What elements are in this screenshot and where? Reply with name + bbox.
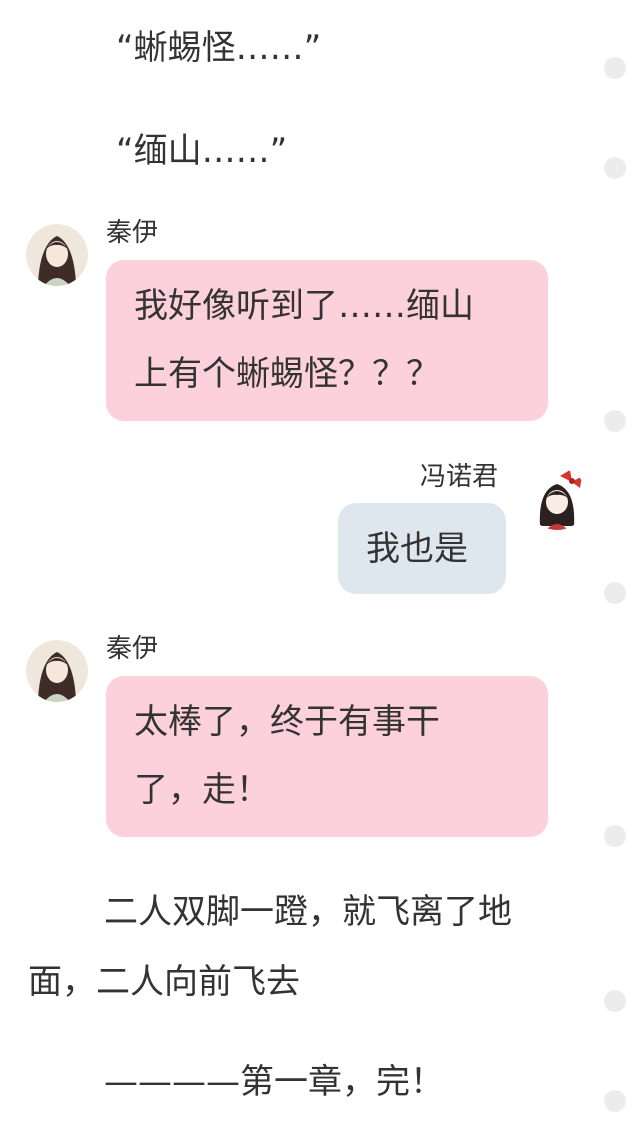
speaker-name: 秦伊 bbox=[106, 218, 159, 248]
scroll-dot[interactable] bbox=[604, 582, 626, 604]
bubble-text-line: 了，走！ bbox=[134, 770, 270, 810]
speaker-name: 冯诺君 bbox=[420, 462, 499, 492]
narration-line: “蜥蜴怪……” bbox=[116, 28, 322, 68]
chapter-end-line: ————第一章，完！ bbox=[104, 1062, 444, 1102]
bubble-text-line: 我好像听到了……缅山 bbox=[134, 286, 474, 326]
qin-yi-avatar[interactable] bbox=[26, 224, 88, 286]
narration-line: 二人双脚一蹬，就飞离了地 bbox=[104, 892, 512, 932]
bubble-text-line: 太棒了，终于有事干 bbox=[134, 702, 440, 742]
chat-story-page: “蜥蜴怪……” “缅山……” 秦伊 我好像听到了……缅山 上有个蜥蜴怪？？？ 冯… bbox=[0, 0, 640, 1138]
bubble-text-line: 我也是 bbox=[366, 529, 468, 569]
chat-bubble[interactable]: 我好像听到了……缅山 上有个蜥蜴怪？？？ bbox=[106, 260, 548, 421]
scroll-dot[interactable] bbox=[604, 410, 626, 432]
narration-line: 面，二人向前飞去 bbox=[28, 962, 300, 1002]
speaker-name: 秦伊 bbox=[106, 634, 159, 664]
scroll-dot[interactable] bbox=[604, 57, 626, 79]
scroll-dot[interactable] bbox=[604, 990, 626, 1012]
scroll-dot[interactable] bbox=[604, 1090, 626, 1112]
scroll-dot[interactable] bbox=[604, 157, 626, 179]
narration-line: “缅山……” bbox=[116, 131, 288, 171]
bubble-text-line: 上有个蜥蜴怪？？？ bbox=[134, 354, 440, 394]
scroll-dot[interactable] bbox=[604, 825, 626, 847]
chat-bubble[interactable]: 太棒了，终于有事干 了，走！ bbox=[106, 676, 548, 837]
feng-nuo-jun-avatar[interactable] bbox=[526, 468, 588, 530]
qin-yi-avatar[interactable] bbox=[26, 640, 88, 702]
chat-bubble[interactable]: 我也是 bbox=[338, 503, 506, 594]
